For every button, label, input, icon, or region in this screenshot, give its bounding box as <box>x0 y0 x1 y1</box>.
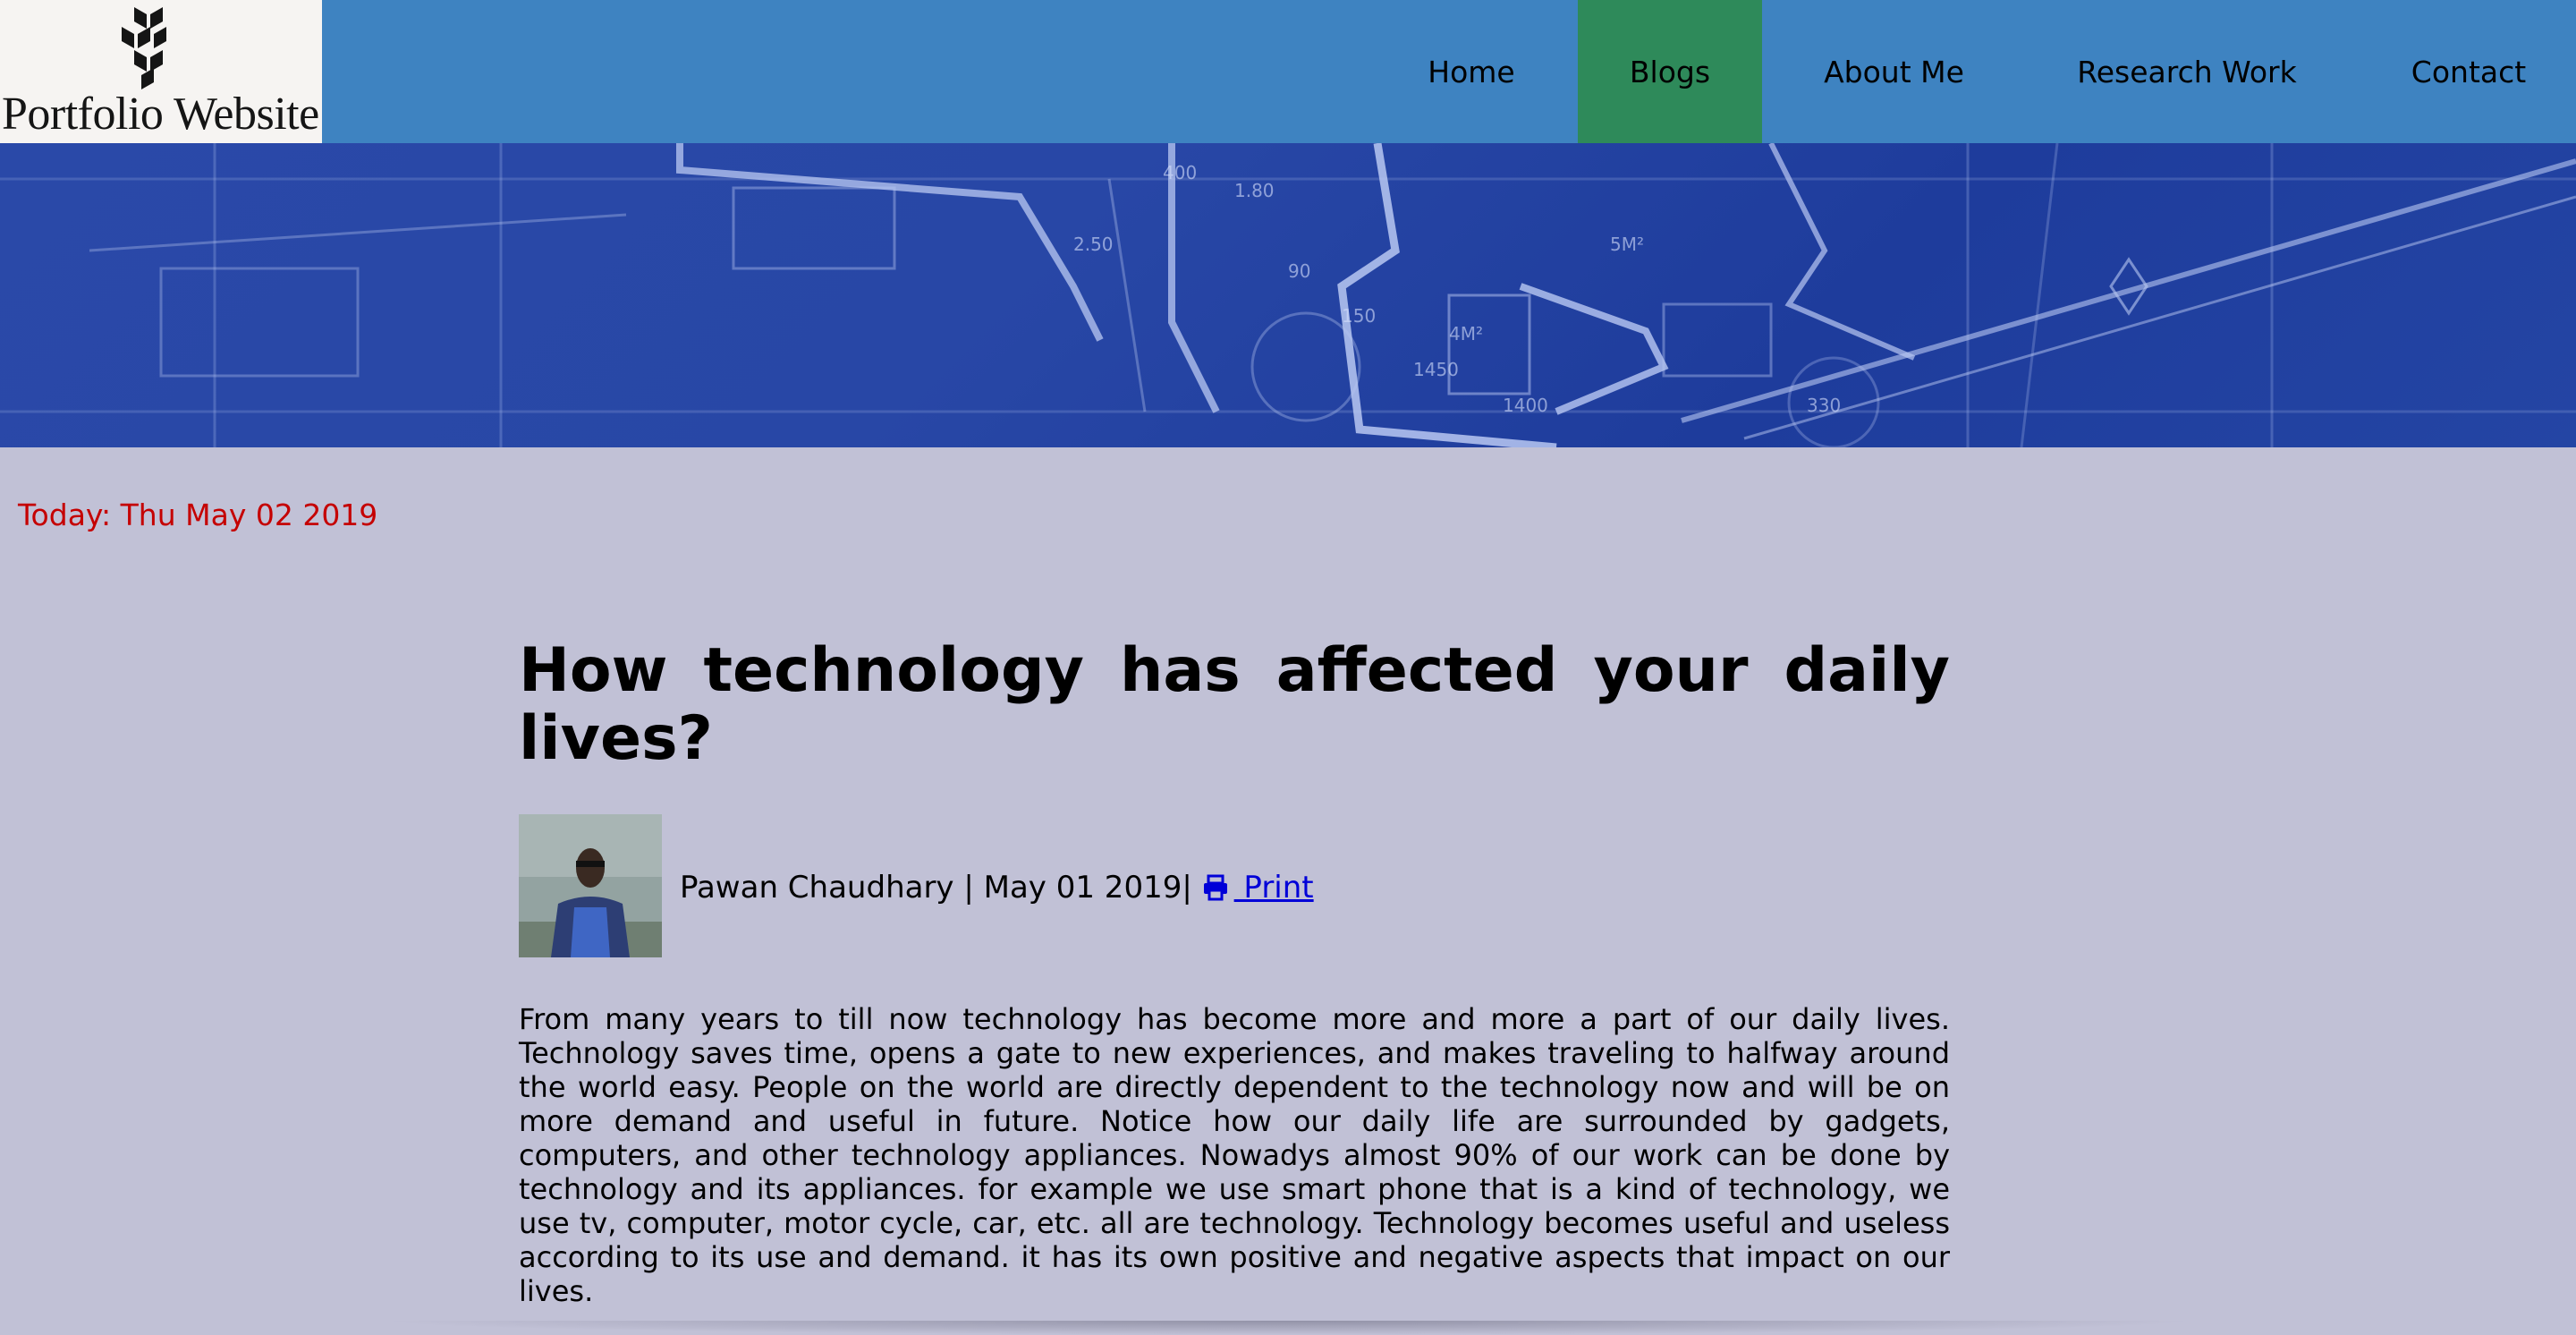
nav-research-work[interactable]: Research Work <box>2057 0 2317 143</box>
byline-separator: | <box>953 870 984 906</box>
banner-label: 1.80 <box>1234 180 1275 201</box>
printer-icon <box>1203 874 1227 901</box>
banner-label: 150 <box>1342 305 1376 327</box>
article-body: From many years to till now technology h… <box>519 1002 1950 1308</box>
author-avatar <box>519 814 662 957</box>
banner-label: 1450 <box>1413 359 1459 380</box>
banner-label: 2.50 <box>1073 234 1114 255</box>
date-separator: | <box>1182 870 1202 906</box>
banner-label: 330 <box>1807 395 1841 416</box>
top-navigation-bar: Portfolio Website Home Blogs About Me Re… <box>0 0 2576 143</box>
article-byline: Pawan Chaudhary | May 01 2019| Print <box>680 870 1314 906</box>
blueprint-banner-image: 400 1.80 4M² 150 1450 5M² 1400 2.50 90 3… <box>0 143 2576 447</box>
nav-blogs[interactable]: Blogs <box>1578 0 1762 143</box>
today-date: Today: Thu May 02 2019 <box>18 497 378 532</box>
print-label: Print <box>1233 870 1314 906</box>
author-name: Pawan Chaudhary <box>680 870 954 906</box>
banner-label: 4M² <box>1449 323 1483 344</box>
nav-home[interactable]: Home <box>1395 0 1547 143</box>
card-shadow <box>376 1321 2200 1335</box>
nav-about-me[interactable]: About Me <box>1798 0 1990 143</box>
banner-label: 90 <box>1288 260 1310 282</box>
banner-label: 5M² <box>1610 234 1644 255</box>
article-title: How technology has affected your daily l… <box>519 635 1950 774</box>
banner-label: 400 <box>1163 162 1197 183</box>
logo-mark-icon <box>122 7 166 89</box>
print-link[interactable]: Print <box>1202 870 1314 906</box>
logo-text: Portfolio Website <box>2 89 319 140</box>
publish-date: May 01 2019 <box>983 870 1182 906</box>
site-logo[interactable]: Portfolio Website <box>0 0 322 143</box>
nav-contact[interactable]: Contact <box>2379 0 2558 143</box>
banner-label: 1400 <box>1503 395 1548 416</box>
